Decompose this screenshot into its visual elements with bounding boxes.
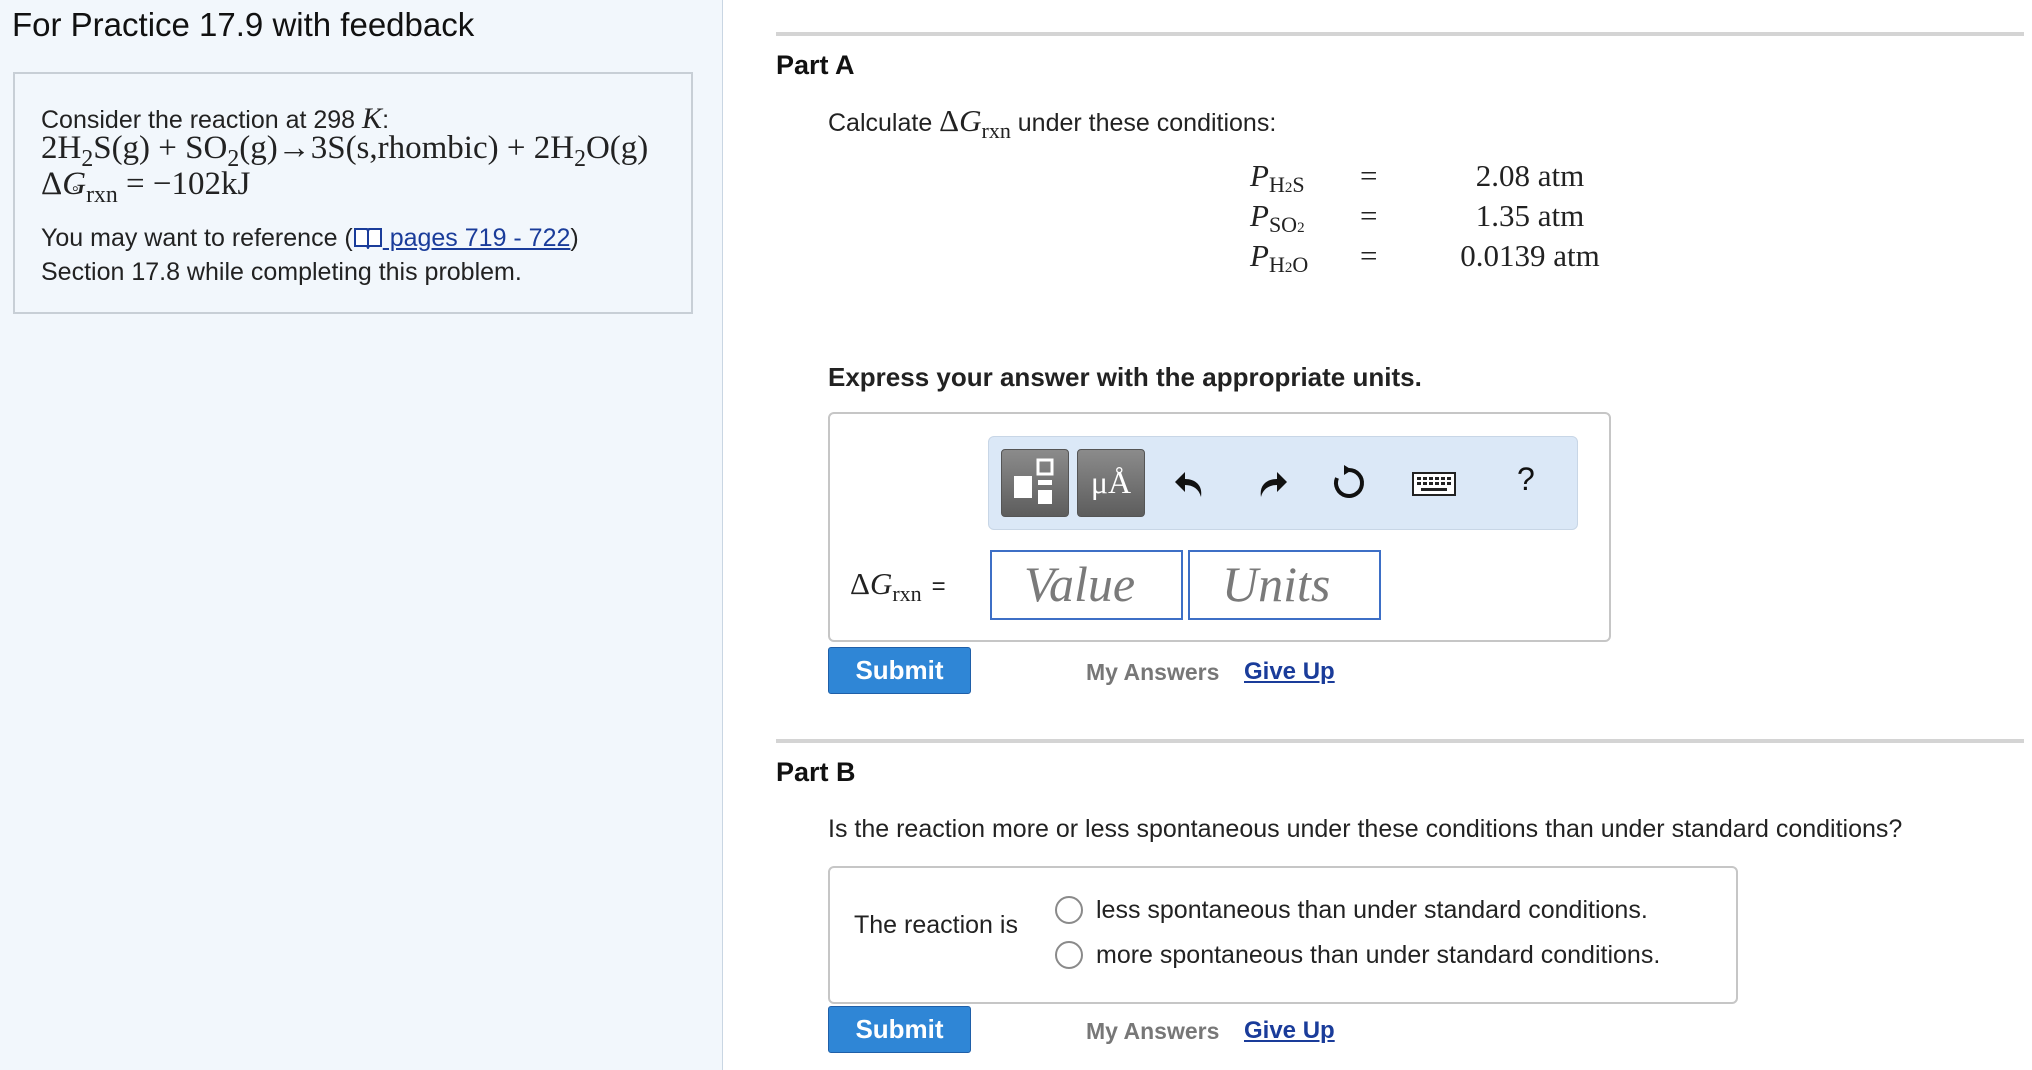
pressure-symbol: PH2O [1250, 238, 1309, 277]
section-text: Section 17.8 while completing this probl… [41, 258, 522, 286]
units-input[interactable]: Units [1188, 550, 1381, 620]
species-subscript: 2 [1297, 219, 1305, 236]
textbook-reference-link[interactable]: pages 719 - 722 [353, 224, 571, 252]
calc-prefix: Calculate [828, 109, 940, 137]
radio-less-spontaneous[interactable] [1055, 896, 1083, 924]
help-icon[interactable]: ? [1517, 461, 1535, 498]
eq-subscript: 2 [574, 145, 586, 172]
pressure-value: 1.35 atm [1475, 198, 1585, 233]
calc-suffix: under these conditions: [1010, 109, 1277, 137]
rxn-subscript: rxn [981, 118, 1011, 144]
equals-sign: = [1360, 158, 1378, 193]
units-button[interactable]: μÅ [1077, 449, 1145, 517]
book-icon [353, 228, 382, 249]
p-symbol: P [1250, 158, 1269, 193]
part-b-label: Part B [776, 757, 856, 787]
species: H [1268, 171, 1285, 197]
part-b-submit-button[interactable]: Submit [828, 1006, 971, 1053]
free-energy-value: = −102kJ [117, 166, 251, 202]
templates-icon [1014, 458, 1054, 504]
problem-title: For Practice 17.9 with feedback [12, 6, 475, 43]
equals-sign: = [1360, 198, 1378, 233]
reference-prefix: You may want to reference ( [41, 224, 353, 252]
answer-label: ΔGrxn = [850, 566, 946, 606]
problem-statement-box: Consider the reaction at 298 K: 2H2S(g) … [13, 72, 693, 314]
delta-symbol: Δ [41, 166, 63, 202]
undo-icon[interactable] [1171, 463, 1211, 503]
option-more-spontaneous[interactable]: more spontaneous than under standard con… [1096, 941, 1660, 970]
species: O [1292, 251, 1309, 277]
delta-symbol: Δ [939, 103, 960, 138]
pressure-symbol: PH2S [1250, 158, 1305, 197]
redo-icon[interactable] [1251, 463, 1291, 503]
reaction-equation: 2H2S(g) + SO2(g)→3S(s,rhombic) + 2H2O(g) [41, 130, 649, 172]
value-input[interactable]: Value [990, 550, 1183, 620]
part-a-submit-button[interactable]: Submit [828, 647, 971, 694]
pressure-value: 2.08 atm [1475, 158, 1585, 193]
p-symbol: P [1250, 238, 1269, 273]
part-a-label: Part A [776, 50, 855, 80]
pressure-symbol: PSO2 [1250, 198, 1305, 237]
radio-more-spontaneous[interactable] [1055, 941, 1083, 969]
part-a-my-answers-link[interactable]: My Answers [1086, 659, 1219, 686]
eq-part: O(g) [585, 130, 649, 166]
equals-sign: = [1360, 238, 1378, 273]
p-symbol: P [1250, 198, 1269, 233]
units-icon: μÅ [1090, 464, 1132, 500]
part-b-prompt: The reaction is [854, 911, 1018, 939]
g-symbol: G [959, 103, 982, 138]
eq-part: (g)→3S(s,rhombic) + 2H [239, 130, 575, 166]
part-divider [776, 739, 2024, 743]
reference-suffix: ) [570, 224, 579, 252]
part-b-my-answers-link[interactable]: My Answers [1086, 1018, 1219, 1045]
reference-text: You may want to reference ( pages 719 - … [41, 224, 579, 253]
eq-part: 2H [41, 130, 82, 166]
rxn-subscript: rxn [86, 181, 118, 208]
species: H [1268, 251, 1285, 277]
eq-part: S(g) + SO [93, 130, 228, 166]
reset-icon[interactable] [1329, 463, 1369, 503]
g-symbol: G [869, 566, 893, 601]
pressure-value: 0.0139 atm [1460, 238, 1600, 273]
rxn-subscript: rxn [892, 581, 922, 607]
templates-button[interactable] [1001, 449, 1069, 517]
reference-pages[interactable]: pages 719 - 722 [383, 224, 571, 252]
option-less-spontaneous[interactable]: less spontaneous than under standard con… [1096, 896, 1648, 925]
calculate-instruction: Calculate ΔGrxn under these conditions: [828, 103, 1277, 143]
standard-superscript: ° [72, 184, 79, 201]
part-b-give-up-link[interactable]: Give Up [1244, 1017, 1335, 1045]
equals-sign: = [931, 573, 946, 600]
problem-panel: For Practice 17.9 with feedback Consider… [0, 0, 723, 1070]
part-divider [776, 32, 2024, 36]
species: S [1292, 171, 1305, 197]
answer-instruction: Express your answer with the appropriate… [828, 362, 1422, 392]
part-a-give-up-link[interactable]: Give Up [1244, 658, 1335, 686]
delta-symbol: Δ [850, 566, 870, 601]
math-toolbar: μÅ ? [988, 436, 1578, 530]
standard-free-energy: ΔG ° rxn = −102kJ [41, 166, 251, 208]
keyboard-icon[interactable] [1411, 463, 1457, 503]
part-b-question: Is the reaction more or less spontaneous… [828, 815, 1903, 843]
species: SO [1268, 211, 1298, 237]
